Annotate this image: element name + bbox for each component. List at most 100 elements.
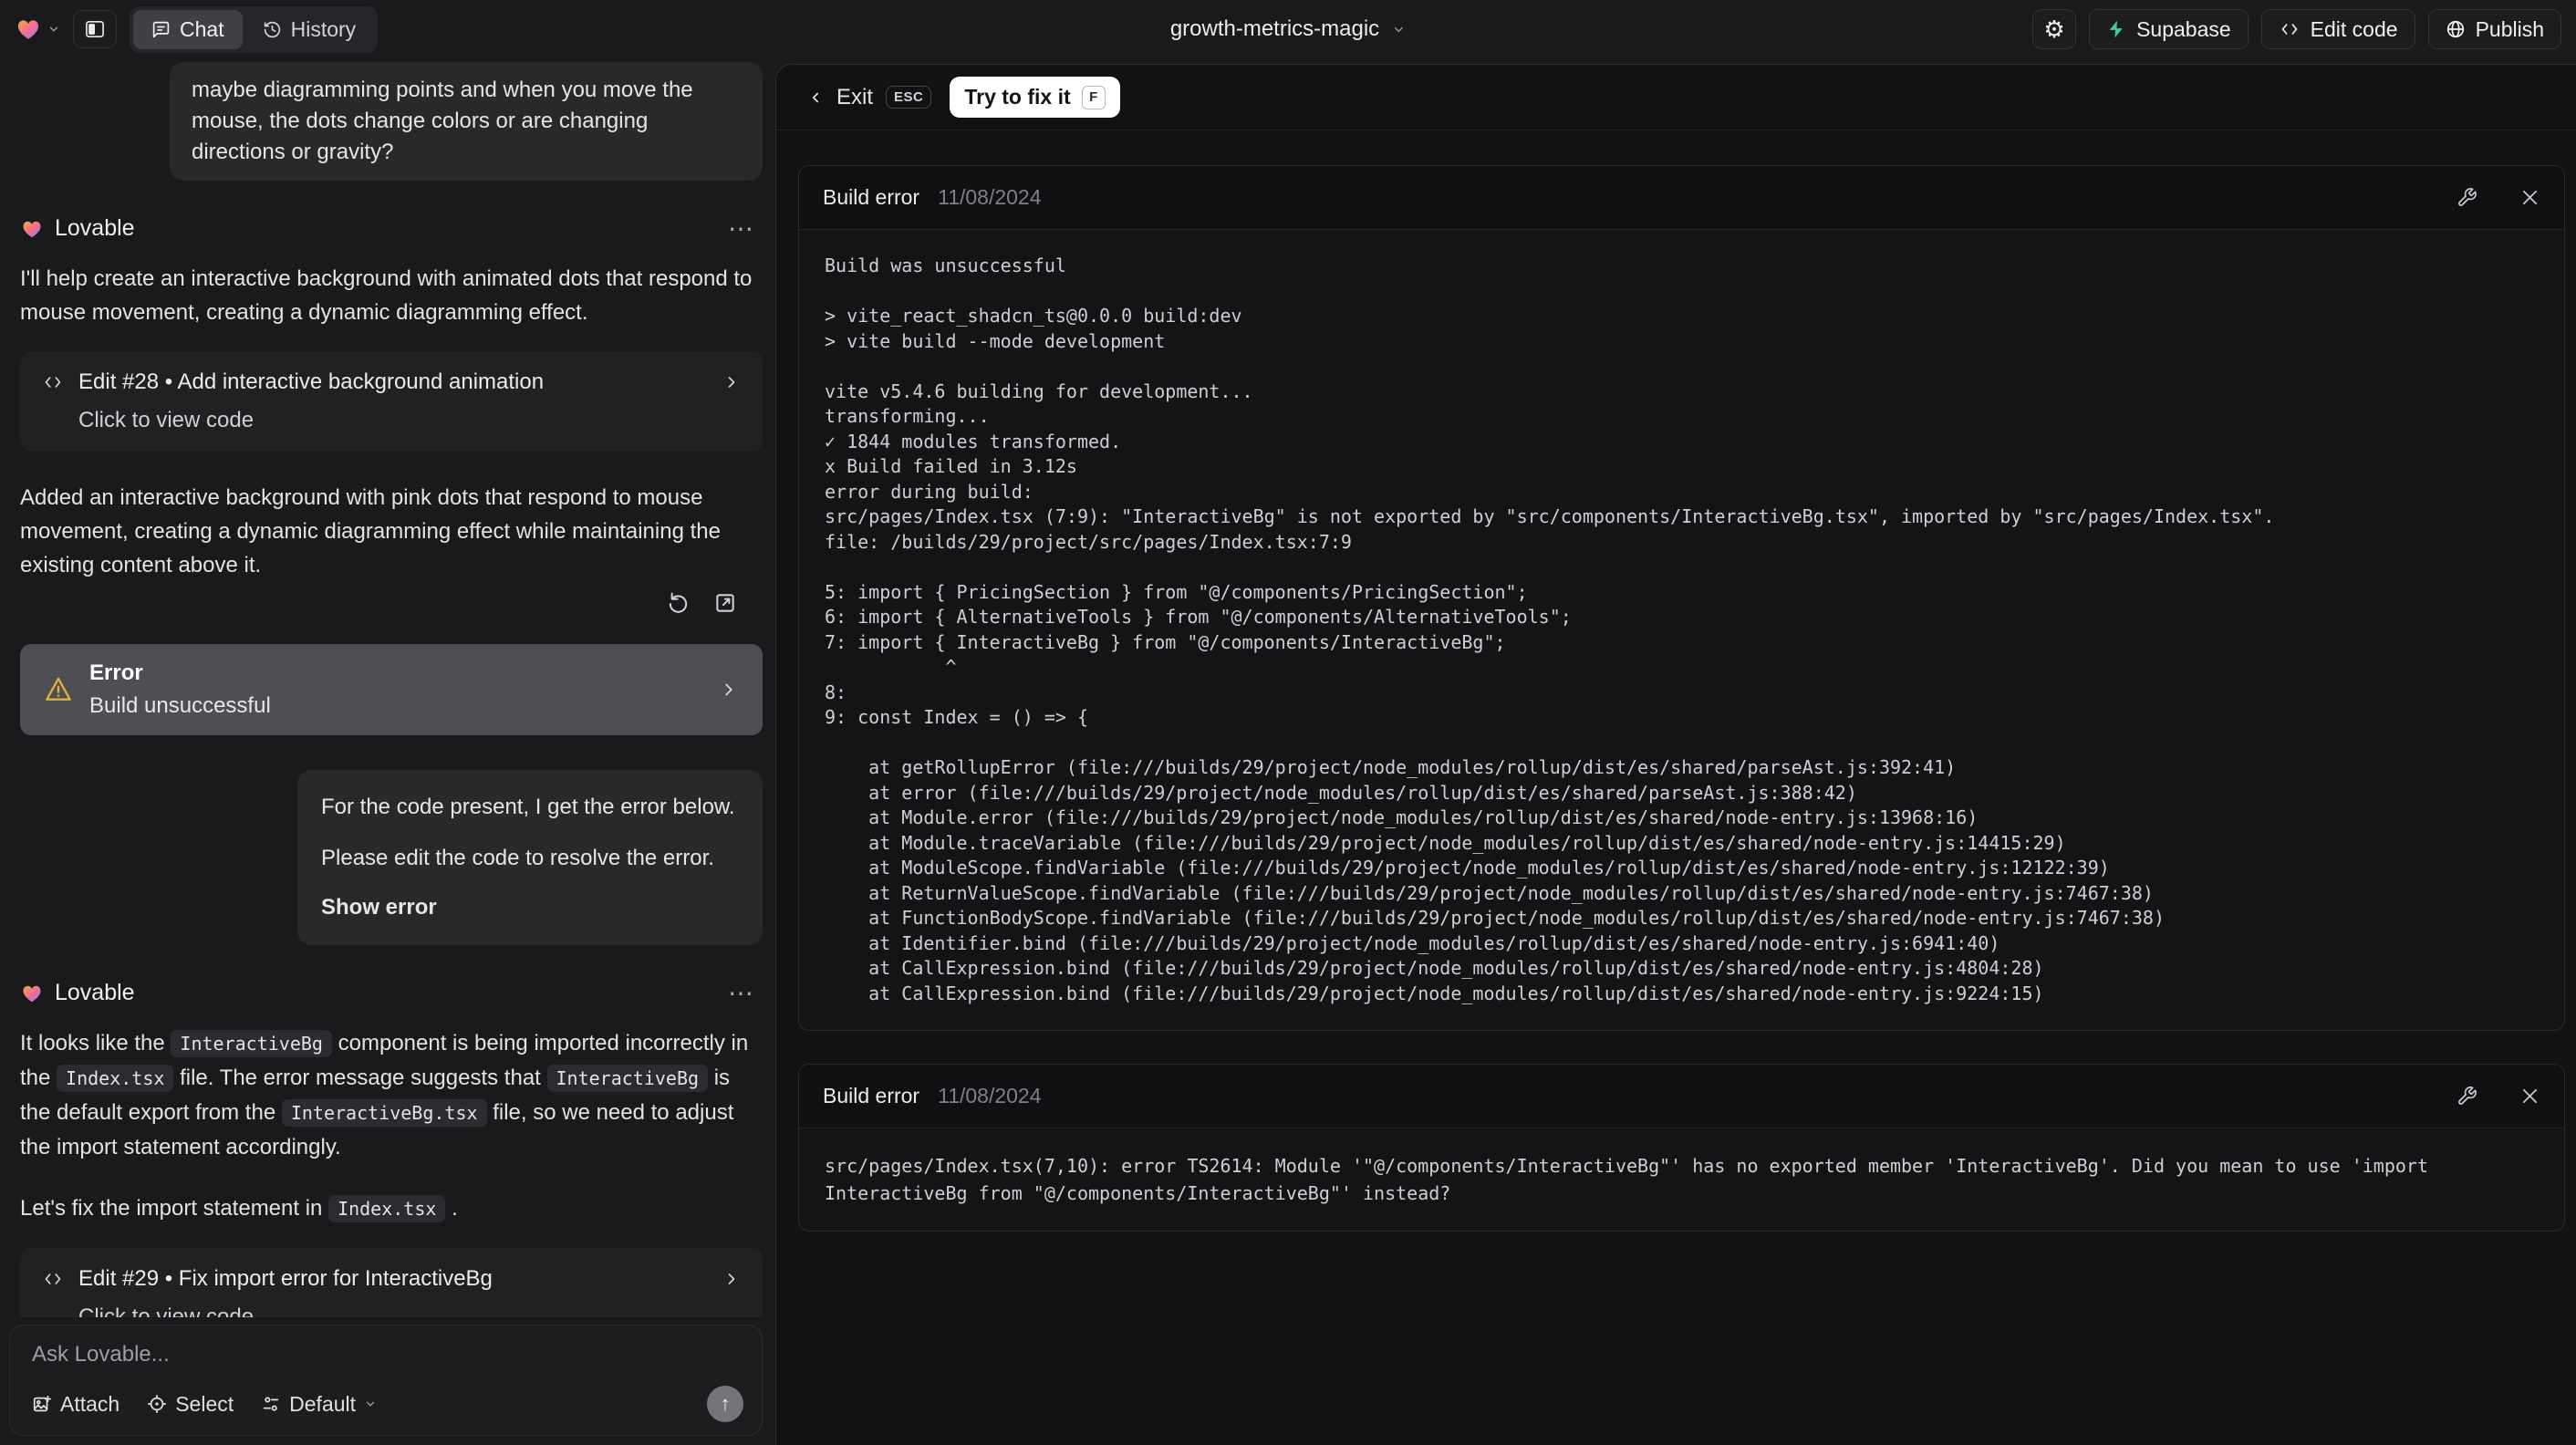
attach-button[interactable]: Attach — [32, 1392, 119, 1417]
assistant-rich-text: Let's fix the import statement in Index.… — [20, 1195, 458, 1222]
supabase-label: Supabase — [2136, 16, 2231, 41]
publish-button[interactable]: Publish — [2427, 9, 2561, 49]
sidebar-toggle-button[interactable] — [73, 10, 117, 48]
project-name-dropdown[interactable]: growth-metrics-magic — [1170, 16, 1406, 42]
edit-code-label: Edit code — [2310, 16, 2398, 41]
composer: Attach Select Default — [9, 1325, 763, 1436]
assistant-message-header: Lovable ⋯ — [20, 978, 763, 1008]
sliders-icon — [261, 1394, 281, 1414]
globe-icon — [2446, 19, 2466, 39]
tab-history-label: History — [290, 16, 357, 41]
more-menu-icon[interactable]: ⋯ — [728, 213, 755, 244]
attach-label: Attach — [60, 1391, 120, 1416]
show-error-link[interactable]: Show error — [321, 892, 739, 923]
build-error-date: 11/08/2024 — [938, 185, 1042, 209]
build-error-panel-1: Build error 11/08/2024 Build was unsucce… — [798, 165, 2565, 1031]
chat-panel: maybe diagramming points and when you mo… — [0, 58, 775, 1445]
user-message-text: Please edit the code to resolve the erro… — [321, 846, 714, 870]
mode-dropdown[interactable]: Default — [261, 1392, 377, 1417]
tab-chat[interactable]: Chat — [133, 9, 243, 49]
warning-triangle-icon — [44, 675, 73, 704]
edit-card-28[interactable]: Edit #28 • Add interactive background an… — [20, 351, 763, 452]
composer-input[interactable] — [32, 1342, 743, 1386]
build-error-panel-2: Build error 11/08/2024 src/pages/Index.t… — [798, 1064, 2565, 1232]
assistant-name: Lovable — [55, 215, 135, 241]
composer-wrap: Attach Select Default — [0, 1317, 775, 1445]
assistant-name: Lovable — [55, 980, 135, 1005]
lovable-heart-icon — [15, 16, 42, 42]
assistant-rich-text: It looks like the InteractiveBg componen… — [20, 1030, 749, 1159]
build-error-body: Build was unsuccessful > vite_react_shad… — [799, 230, 2564, 1030]
user-message-text: maybe diagramming points and when you mo… — [192, 78, 693, 164]
more-menu-icon[interactable]: ⋯ — [728, 978, 755, 1008]
code-brackets-icon — [42, 1270, 64, 1288]
send-button[interactable]: ↑ — [707, 1386, 743, 1422]
build-error-header: Build error 11/08/2024 — [799, 1065, 2564, 1128]
lovable-heart-icon — [20, 982, 44, 1004]
select-button[interactable]: Select — [147, 1392, 234, 1417]
chevron-down-icon — [1392, 23, 1406, 36]
image-icon — [32, 1394, 52, 1414]
chevron-down-icon — [47, 23, 60, 36]
error-card-subtitle: Build unsuccessful — [89, 693, 271, 718]
build-error-date: 11/08/2024 — [938, 1084, 1042, 1107]
try-to-fix-button[interactable]: Try to fix it F — [950, 77, 1120, 118]
topbar: Chat History growth-metrics-magic ⚙ Supa… — [0, 0, 2576, 58]
error-card-title: Error — [89, 660, 143, 685]
build-error-title: Build error — [823, 1084, 920, 1107]
edit-card-title: Edit #28 • Add interactive background an… — [78, 369, 545, 394]
chevron-right-icon — [722, 373, 741, 391]
edit-card-subtitle: Click to view code — [78, 1305, 254, 1317]
edit-code-button[interactable]: Edit code — [2260, 9, 2415, 49]
tab-chat-label: Chat — [180, 16, 224, 41]
exit-button[interactable]: Exit ESC — [807, 84, 932, 110]
f-key-badge: F — [1081, 85, 1106, 109]
user-message: maybe diagramming points and when you mo… — [170, 62, 763, 181]
assistant-text: I'll help create an interactive backgrou… — [20, 266, 753, 325]
edit-card-title: Edit #29 • Fix import error for Interact… — [78, 1266, 493, 1291]
error-viewer-panel: Exit ESC Try to fix it F Build error 11/… — [775, 64, 2576, 1445]
fix-wrench-icon[interactable] — [2457, 1086, 2477, 1107]
lovable-logo-menu[interactable] — [15, 16, 60, 42]
build-log: Build was unsuccessful > vite_react_shad… — [825, 255, 2275, 1004]
arrow-up-icon: ↑ — [720, 1392, 731, 1415]
chevron-left-icon — [807, 89, 824, 106]
chat-history-segmented-control: Chat History — [130, 5, 379, 53]
error-cards-area: Build error 11/08/2024 Build was unsucce… — [776, 130, 2576, 1232]
fix-wrench-icon[interactable] — [2457, 187, 2477, 208]
code-brackets-icon — [2279, 20, 2301, 38]
chevron-right-icon — [719, 680, 739, 700]
build-error-header: Build error 11/08/2024 — [799, 166, 2564, 230]
supabase-bolt-icon — [2106, 19, 2126, 39]
tab-history[interactable]: History — [244, 10, 375, 49]
fix-toolbar: Exit ESC Try to fix it F — [776, 65, 2576, 130]
esc-key-badge: ESC — [886, 86, 932, 109]
close-icon[interactable] — [2519, 1086, 2540, 1107]
build-error-title: Build error — [823, 185, 920, 209]
exit-label: Exit — [836, 84, 874, 109]
build-error-card[interactable]: Error Build unsuccessful — [20, 644, 763, 735]
user-message-text: For the code present, I get the error be… — [321, 795, 735, 819]
assistant-message-header: Lovable ⋯ — [20, 213, 763, 244]
try-to-fix-label: Try to fix it — [964, 85, 1071, 109]
supabase-button[interactable]: Supabase — [2089, 9, 2249, 49]
code-brackets-icon — [42, 373, 64, 391]
build-log: src/pages/Index.tsx(7,10): error TS2614:… — [825, 1155, 2440, 1204]
target-icon — [147, 1394, 167, 1414]
chevron-down-icon — [364, 1398, 377, 1410]
build-error-body: src/pages/Index.tsx(7,10): error TS2614:… — [799, 1128, 2564, 1231]
chevron-right-icon — [722, 1270, 741, 1288]
chat-bubble-icon — [151, 20, 171, 39]
restore-icon[interactable] — [664, 591, 688, 615]
mode-label: Default — [289, 1391, 357, 1416]
history-icon — [263, 20, 282, 39]
publish-label: Publish — [2475, 16, 2544, 41]
open-preview-icon[interactable] — [713, 591, 737, 615]
settings-button[interactable]: ⚙ — [2032, 9, 2077, 49]
edit-card-29[interactable]: Edit #29 • Fix import error for Interact… — [20, 1248, 763, 1317]
gear-icon: ⚙ — [2043, 15, 2065, 43]
close-icon[interactable] — [2519, 187, 2540, 208]
project-name: growth-metrics-magic — [1169, 16, 1380, 41]
sidebar-panel-icon — [85, 20, 105, 38]
message-actions — [20, 591, 763, 615]
